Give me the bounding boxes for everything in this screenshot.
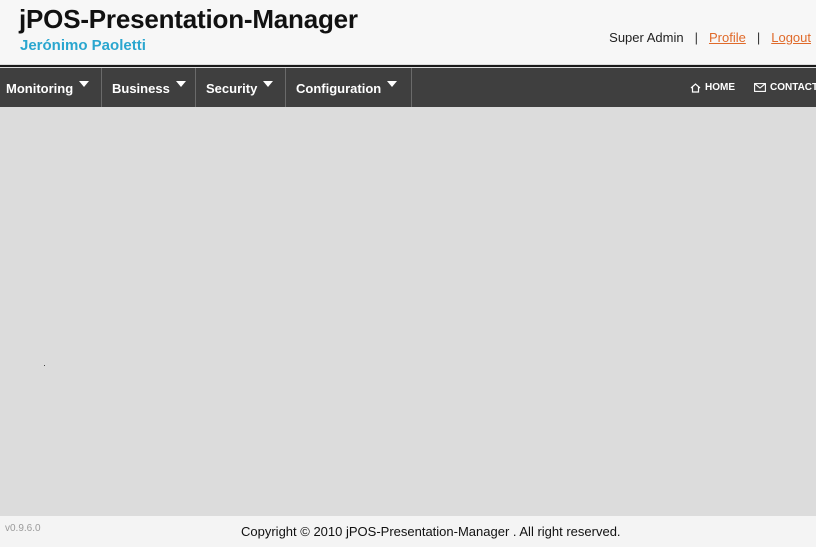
page-header: jPOS-Presentation-Manager Jerónimo Paole… [0, 0, 816, 64]
logout-link[interactable]: Logout [771, 30, 811, 45]
main-navbar: Monitoring Business Security Configurati… [0, 68, 816, 107]
app-title: jPOS-Presentation-Manager [19, 4, 358, 34]
home-link[interactable]: HOME [690, 82, 735, 93]
envelope-icon [754, 83, 766, 92]
nav-right-links: HOME CONTACT [690, 68, 816, 107]
caret-down-icon [79, 80, 90, 87]
caret-down-icon [263, 80, 274, 87]
main-content [0, 107, 816, 516]
menu-monitoring[interactable]: Monitoring [0, 68, 102, 107]
menu-business[interactable]: Business [102, 68, 196, 107]
contact-label: CONTACT [770, 82, 816, 93]
profile-link[interactable]: Profile [709, 30, 746, 45]
version-label: v0.9.6.0 [5, 523, 41, 534]
header-divider [0, 65, 816, 67]
user-area: Super Admin | Profile | Logout [609, 30, 811, 45]
menu-security[interactable]: Security [196, 68, 286, 107]
caret-down-icon [387, 80, 398, 87]
home-icon [690, 82, 701, 93]
contact-link[interactable]: CONTACT [754, 82, 816, 93]
copyright-text: Copyright © 2010 jPOS-Presentation-Manag… [241, 524, 621, 539]
separator: | [694, 30, 698, 45]
user-name: Super Admin [609, 30, 684, 45]
menu-configuration[interactable]: Configuration [286, 68, 412, 107]
app-subtitle: Jerónimo Paoletti [20, 37, 146, 54]
menu-label: Business [112, 81, 170, 96]
stray-dot [44, 365, 45, 366]
menu-label: Monitoring [6, 81, 74, 96]
menu-label: Configuration [296, 81, 382, 96]
separator: | [756, 30, 761, 45]
page-footer: v0.9.6.0 Copyright © 2010 jPOS-Presentat… [0, 516, 816, 547]
main-menu: Monitoring Business Security Configurati… [0, 68, 412, 107]
caret-down-icon [175, 80, 186, 87]
home-label: HOME [705, 82, 735, 93]
menu-label: Security [206, 81, 258, 96]
